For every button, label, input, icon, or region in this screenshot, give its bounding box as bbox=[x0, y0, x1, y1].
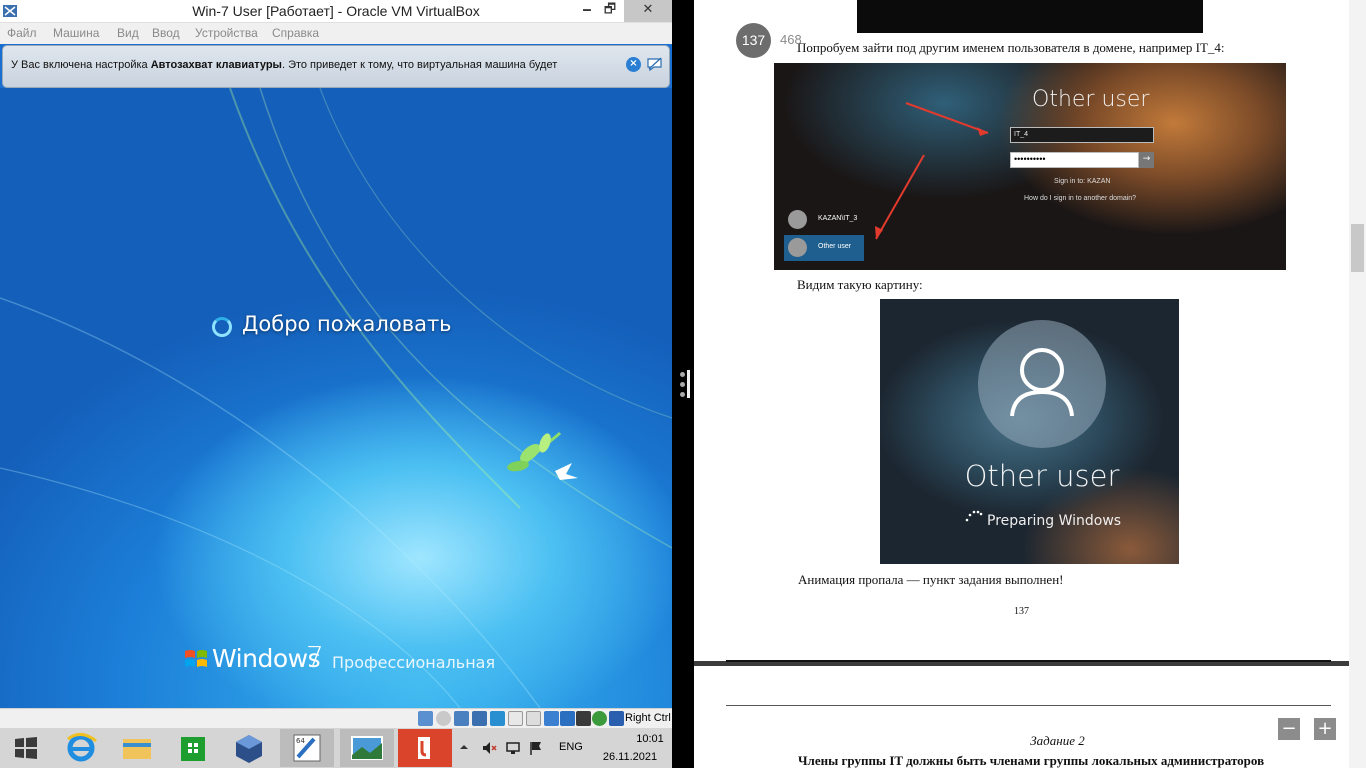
guest-display[interactable]: Добро пожаловать Windows 7 Профессиональ… bbox=[0, 88, 672, 708]
zoom-out-button[interactable]: − bbox=[1278, 718, 1300, 740]
document-page: Попробуем зайти под другим именем пользо… bbox=[694, 0, 1349, 662]
divider-grip-dot bbox=[680, 392, 685, 397]
vbox-titlebar: Win-7 User [Работает] - Oracle VM Virtua… bbox=[0, 0, 672, 23]
reader-icon[interactable] bbox=[398, 729, 452, 767]
close-icon: ✕ bbox=[642, 2, 654, 17]
keyboard-capture-notification: У Вас включена настройка Автозахват клав… bbox=[2, 45, 670, 88]
start-icon[interactable] bbox=[0, 729, 52, 767]
menu-view[interactable]: Вид bbox=[117, 26, 139, 40]
virtualbox-icon[interactable] bbox=[222, 729, 276, 767]
virtualbox-window: Win-7 User [Работает] - Oracle VM Virtua… bbox=[0, 0, 672, 768]
explorer-icon[interactable] bbox=[110, 729, 164, 767]
s2-spinner-dots-icon bbox=[965, 510, 983, 522]
menu-machine[interactable]: Машина bbox=[53, 26, 99, 40]
previous-screenshot-fragment bbox=[857, 0, 1203, 33]
host-taskbar: 64 ENG 10:01 26.11.2021 bbox=[0, 728, 672, 768]
windows-flag-icon bbox=[185, 650, 207, 667]
minimize-icon: 🗕 bbox=[582, 2, 592, 17]
notification-close-icon[interactable]: × bbox=[626, 57, 641, 72]
minus-icon: − bbox=[1281, 718, 1297, 739]
document-viewer: Попробуем зайти под другим именем пользо… bbox=[694, 0, 1366, 768]
clock-time[interactable]: 10:01 bbox=[615, 733, 672, 745]
paragraph-animation-gone: Анимация пропала — пункт задания выполне… bbox=[798, 572, 1064, 587]
shared-folders-icon[interactable] bbox=[508, 711, 523, 726]
divider-grip-dot bbox=[680, 372, 685, 377]
ie-icon[interactable] bbox=[54, 729, 108, 767]
notification-text: У Вас включена настройка Автозахват клав… bbox=[11, 59, 558, 71]
screenshot-preparing-windows: Other user Preparing Windows bbox=[880, 299, 1179, 564]
usb-icon[interactable] bbox=[490, 711, 505, 726]
plus-icon: + bbox=[1317, 718, 1333, 739]
document-page-next: Задание 2 Члены группы IT должны быть чл… bbox=[694, 666, 1349, 768]
s2-user-avatar bbox=[978, 320, 1106, 448]
current-page-badge[interactable]: 137 bbox=[736, 23, 771, 58]
total-pages: 468 bbox=[780, 32, 802, 47]
red-annotation-arrows bbox=[875, 102, 989, 240]
close-button[interactable]: ✕ bbox=[624, 0, 672, 22]
paragraph-try-other-user: Попробуем зайти под другим именем пользо… bbox=[797, 40, 1225, 55]
user-silhouette-icon bbox=[1010, 348, 1074, 417]
restore-icon: 🗗 bbox=[603, 2, 617, 17]
hdd-icon[interactable] bbox=[418, 711, 433, 726]
action-center-flag-icon[interactable] bbox=[529, 740, 543, 756]
photo-icon[interactable] bbox=[340, 729, 394, 767]
volume-muted-icon[interactable] bbox=[481, 740, 497, 756]
paragraph-see-picture: Видим такую картину: bbox=[797, 277, 923, 292]
loading-spinner-icon bbox=[212, 317, 232, 337]
screenshot-other-user-login: Other user IT_4 •••••••••• → Sign in to:… bbox=[774, 63, 1286, 270]
mouse-integration-icon[interactable] bbox=[592, 711, 607, 726]
header-rule bbox=[726, 705, 1331, 706]
audio-icon[interactable] bbox=[454, 711, 469, 726]
s2-status: Preparing Windows bbox=[987, 513, 1122, 529]
maximize-button[interactable]: 🗗 bbox=[598, 0, 622, 22]
task-text: Члены группы IT должны быть членами груп… bbox=[798, 753, 1265, 768]
wallpaper-swirls bbox=[0, 88, 672, 708]
menu-input[interactable]: Ввод bbox=[152, 26, 180, 40]
s2-title: Other user bbox=[964, 459, 1120, 493]
language-indicator[interactable]: ENG bbox=[559, 741, 583, 753]
divider-grip-dot bbox=[680, 382, 685, 387]
menu-devices[interactable]: Устройства bbox=[195, 26, 258, 40]
recording-icon[interactable] bbox=[560, 711, 575, 726]
welcome-text: Добро пожаловать bbox=[242, 312, 452, 336]
svg-text:64: 64 bbox=[296, 737, 305, 745]
menu-file[interactable]: Файл bbox=[7, 26, 37, 40]
page-footer-number: 137 bbox=[1014, 606, 1029, 617]
store-icon[interactable] bbox=[166, 729, 220, 767]
notification-hide-icon[interactable] bbox=[646, 56, 663, 72]
divider-handle[interactable] bbox=[687, 370, 690, 398]
page-bottom-rule bbox=[726, 660, 1331, 662]
display-icon[interactable] bbox=[526, 711, 541, 726]
task-heading: Задание 2 bbox=[1030, 733, 1085, 748]
logo-version-text: 7 bbox=[306, 640, 324, 673]
network-icon[interactable] bbox=[472, 711, 487, 726]
app64-icon[interactable]: 64 bbox=[280, 729, 334, 767]
video-capture-icon[interactable] bbox=[544, 711, 559, 726]
tray-expand-icon[interactable] bbox=[459, 742, 469, 752]
optical-drive-icon[interactable] bbox=[436, 711, 451, 726]
vt-x-icon[interactable] bbox=[576, 711, 591, 726]
host-key-arrow-icon[interactable] bbox=[609, 711, 624, 726]
logo-windows-text: Windows bbox=[212, 644, 321, 673]
document-scrollbar[interactable] bbox=[1349, 0, 1366, 768]
clock-date[interactable]: 26.11.2021 bbox=[595, 751, 665, 763]
menu-help[interactable]: Справка bbox=[272, 26, 319, 40]
logo-edition-text: Профессиональная bbox=[332, 653, 496, 672]
zoom-in-button[interactable]: + bbox=[1314, 718, 1336, 740]
host-key-label: Right Ctrl bbox=[625, 712, 671, 724]
vbox-menubar: Файл Машина Вид Ввод Устройства Справка bbox=[0, 23, 672, 44]
snap-divider[interactable] bbox=[672, 0, 694, 768]
scrollbar-thumb[interactable] bbox=[1351, 224, 1364, 272]
network-tray-icon[interactable] bbox=[505, 740, 521, 756]
vbox-statusbar: Right Ctrl bbox=[0, 708, 672, 728]
